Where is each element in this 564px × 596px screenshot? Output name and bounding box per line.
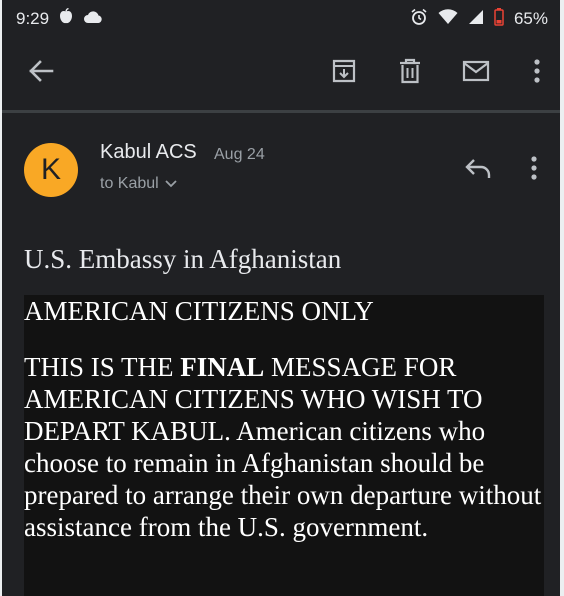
clock: 9:29	[16, 9, 50, 28]
delete-button[interactable]	[393, 56, 427, 90]
archive-button[interactable]	[327, 56, 361, 90]
back-arrow-icon	[28, 59, 54, 88]
reply-icon	[464, 157, 492, 184]
back-button[interactable]	[24, 56, 58, 90]
recipient-toggle[interactable]: to Kabul	[100, 175, 177, 193]
cloud-icon	[83, 9, 103, 29]
battery-icon	[494, 7, 504, 31]
para-start: THIS IS THE	[24, 352, 181, 382]
status-right: 65%	[410, 7, 548, 31]
more-vert-icon	[534, 58, 540, 88]
avatar[interactable]: K	[24, 143, 78, 197]
battery-percent: 65%	[513, 9, 548, 28]
message-date: Aug 24	[214, 146, 265, 163]
message-paragraph: THIS IS THE FINAL MESSAGE FOR AMERICAN C…	[24, 351, 544, 543]
more-options-button[interactable]	[520, 56, 554, 90]
message-header: K Kabul ACS Aug 24 to Kabul	[2, 113, 560, 218]
para-emphasis: FINAL	[180, 352, 265, 382]
screen-edge-right	[560, 0, 564, 596]
chevron-down-icon	[165, 175, 177, 193]
wifi-icon	[438, 8, 458, 30]
app-toolbar	[2, 38, 560, 108]
recipient-label: to Kabul	[100, 175, 159, 192]
signal-icon	[468, 9, 484, 30]
mark-unread-icon	[462, 60, 490, 87]
status-bar: 9:29 65%	[2, 0, 560, 38]
alarm-icon	[410, 8, 428, 31]
more-vert-icon	[531, 155, 537, 185]
mark-unread-button[interactable]	[459, 56, 493, 90]
delete-icon	[398, 58, 422, 89]
message-more-button[interactable]	[520, 153, 548, 187]
archive-icon	[331, 58, 357, 89]
reply-button[interactable]	[460, 153, 496, 187]
message-body: AMERICAN CITIZENS ONLY THIS IS THE FINAL…	[24, 295, 544, 596]
audience-line: AMERICAN CITIZENS ONLY	[24, 296, 374, 326]
apple-icon	[59, 7, 73, 30]
status-left: 9:29	[16, 7, 103, 30]
sender-name: Kabul ACS	[100, 141, 197, 163]
message-heading: U.S. Embassy in Afghanistan	[24, 244, 342, 274]
